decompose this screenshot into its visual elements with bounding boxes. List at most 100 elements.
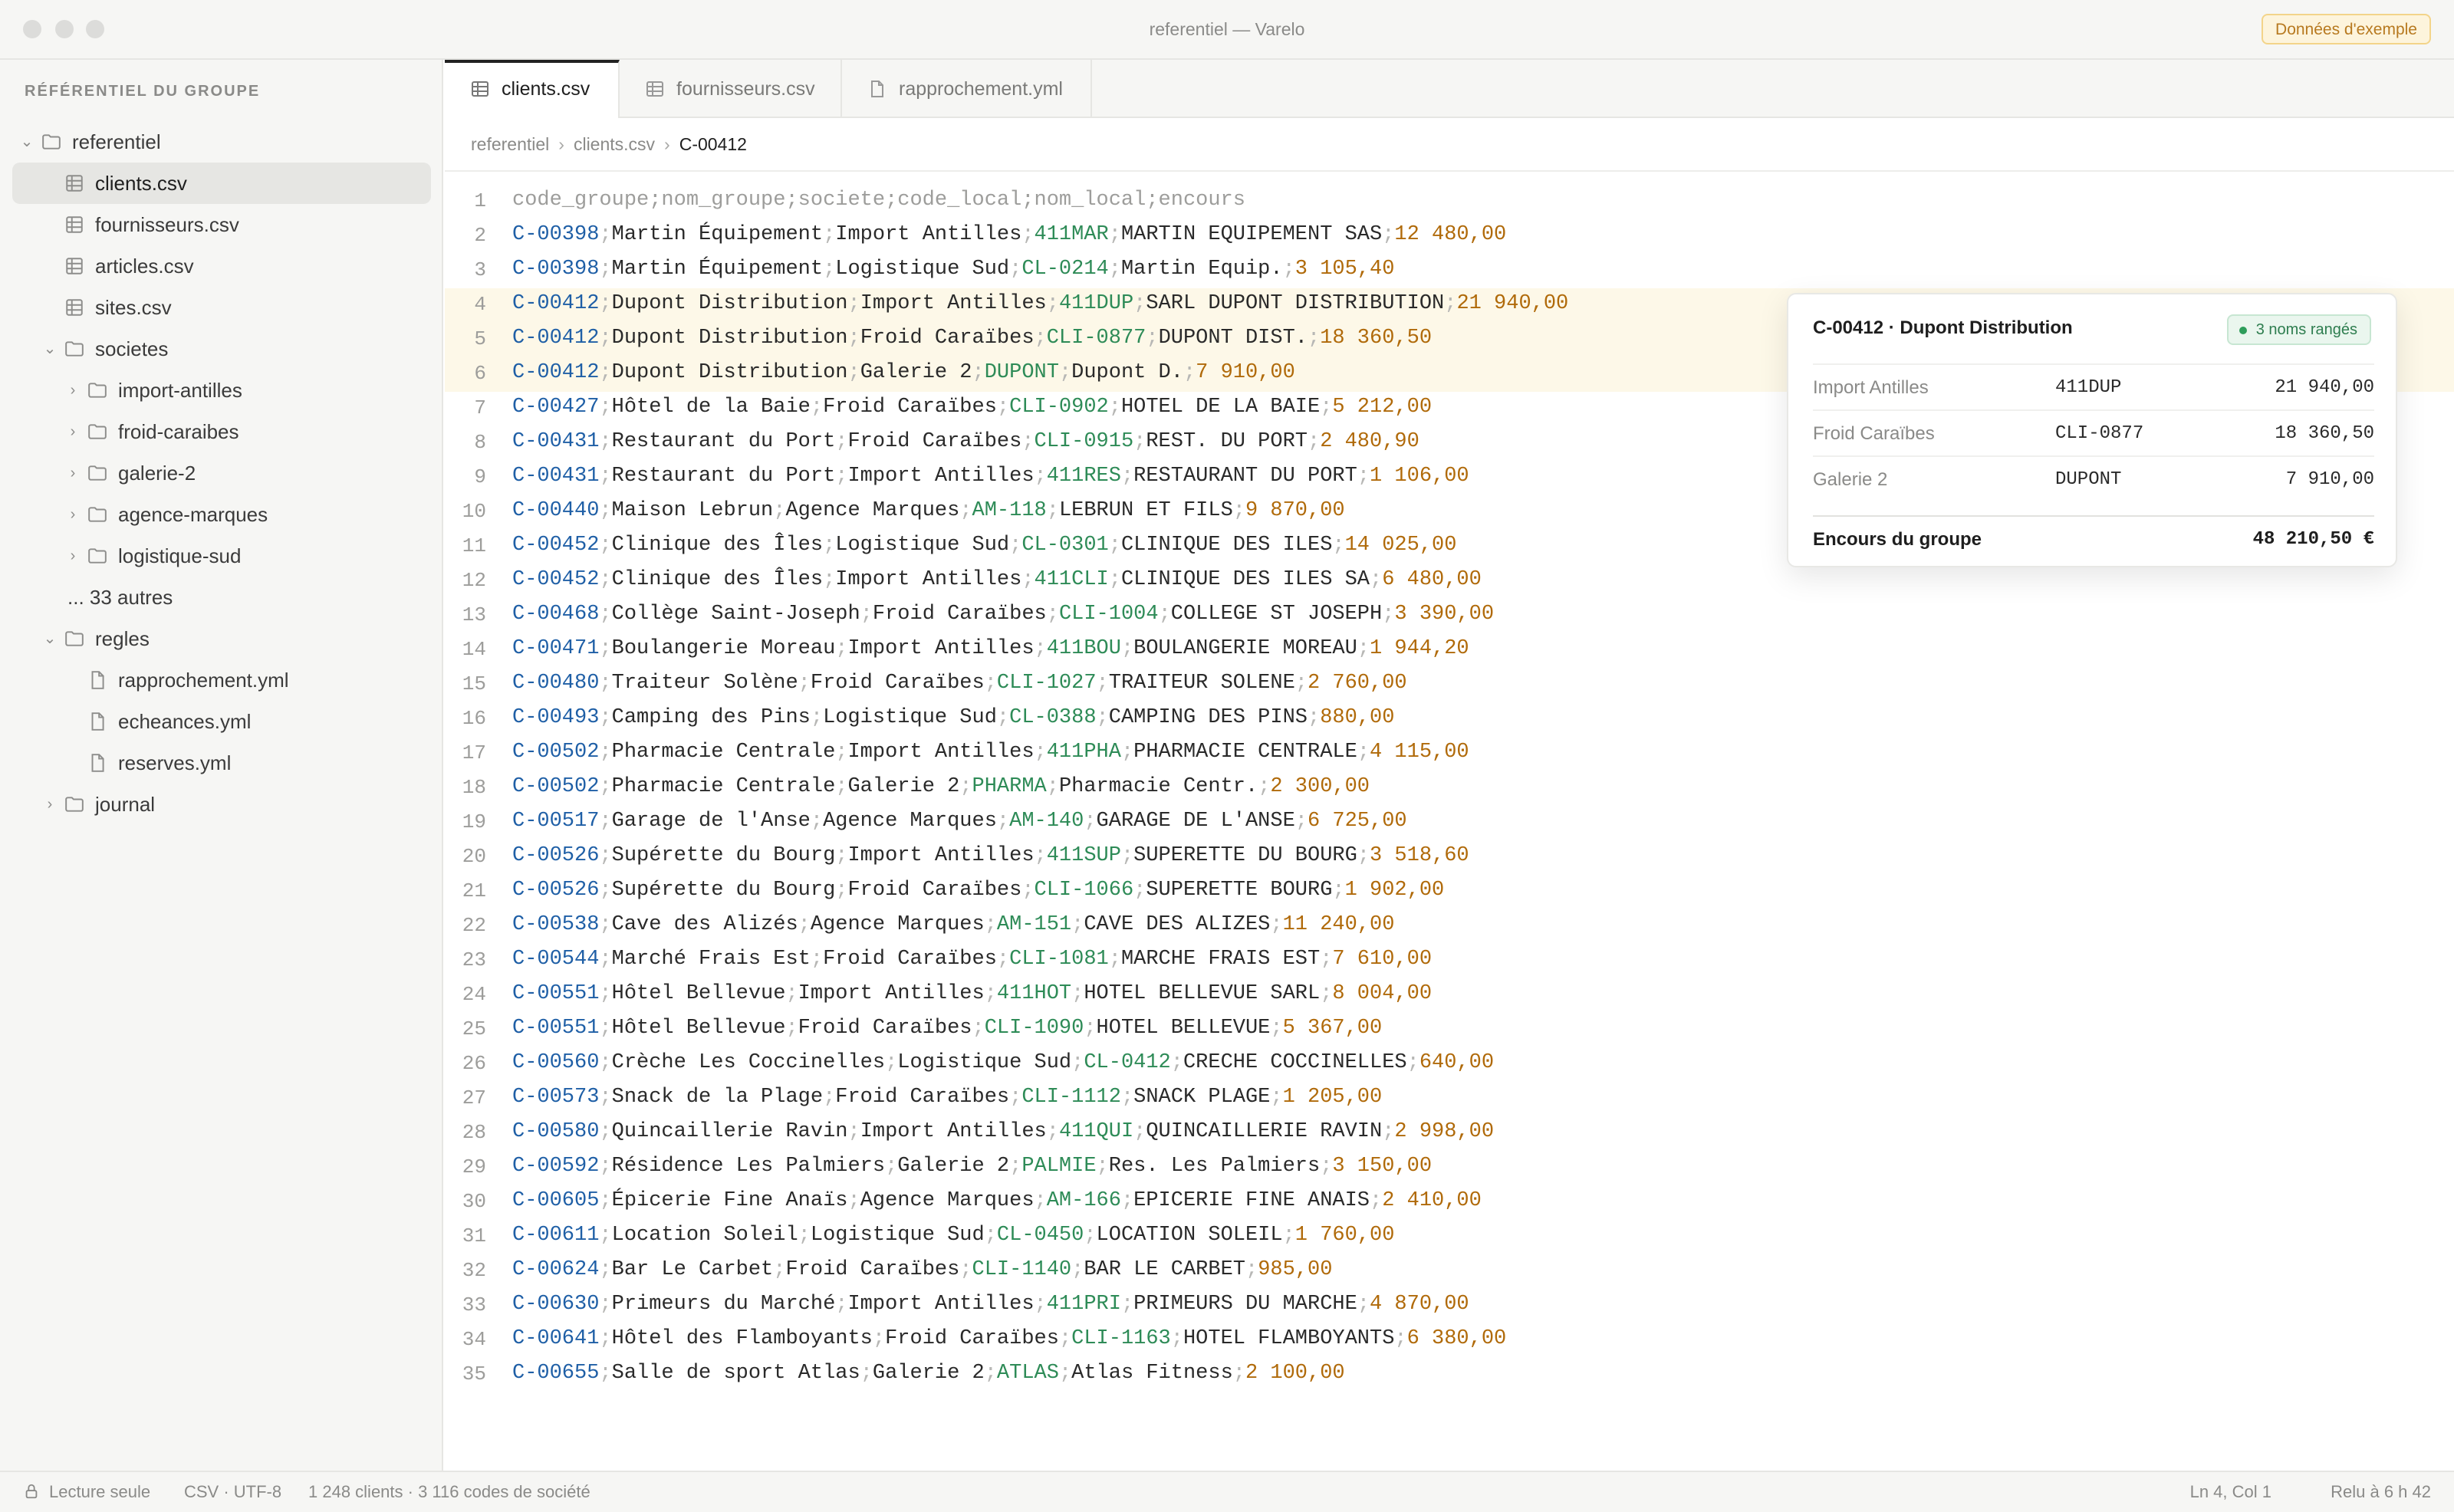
code-line[interactable]: C-00551;Hôtel Bellevue;Froid Caraïbes;CL… bbox=[512, 1017, 1382, 1040]
field-separator: ; bbox=[823, 534, 836, 557]
code-line[interactable]: C-00502;Pharmacie Centrale;Galerie 2;PHA… bbox=[512, 775, 1370, 798]
folder-icon bbox=[64, 794, 84, 814]
code-line[interactable]: C-00611;Location Soleil;Logistique Sud;C… bbox=[512, 1224, 1394, 1247]
code-line[interactable]: C-00560;Crèche Les Coccinelles;Logistiqu… bbox=[512, 1051, 1494, 1074]
code-line[interactable]: C-00398;Martin Équipement;Import Antille… bbox=[512, 223, 1506, 246]
tree-item[interactable]: › froid-caraibes bbox=[12, 411, 431, 452]
tree-item[interactable]: sites.csv bbox=[12, 287, 431, 328]
table-icon bbox=[64, 215, 84, 235]
tree-item[interactable]: ... 33 autres bbox=[12, 577, 431, 618]
readonly-status[interactable]: Lecture seule bbox=[49, 1472, 150, 1512]
chevron-right-icon[interactable]: › bbox=[61, 370, 84, 411]
code-line[interactable]: C-00412;Dupont Distribution;Froid Caraïb… bbox=[512, 327, 1432, 350]
code-line[interactable]: C-00398;Martin Équipement;Logistique Sud… bbox=[512, 258, 1394, 281]
code-line[interactable]: C-00502;Pharmacie Centrale;Import Antill… bbox=[512, 741, 1469, 764]
code-line[interactable]: C-00592;Résidence Les Palmiers;Galerie 2… bbox=[512, 1155, 1432, 1178]
code-line[interactable]: C-00605;Épicerie Fine Anaïs;Agence Marqu… bbox=[512, 1189, 1482, 1212]
code-line[interactable]: C-00551;Hôtel Bellevue;Import Antilles;4… bbox=[512, 982, 1432, 1005]
code-line[interactable]: C-00544;Marché Frais Est;Froid Caraïbes;… bbox=[512, 948, 1432, 971]
folder-icon bbox=[87, 463, 107, 483]
tree-item[interactable]: › logistique-sud bbox=[12, 535, 431, 577]
code-line[interactable]: C-00412;Dupont Distribution;Import Antil… bbox=[512, 292, 1568, 315]
code-line[interactable]: C-00526;Supérette du Bourg;Froid Caraïbe… bbox=[512, 879, 1444, 902]
chevron-right-icon[interactable]: › bbox=[61, 535, 84, 577]
tab-fournisseurs-csv[interactable]: fournisseurs.csv bbox=[620, 60, 842, 118]
field-separator: ; bbox=[798, 672, 811, 695]
tab-clients-csv[interactable]: clients.csv bbox=[445, 60, 620, 120]
total-label: Encours du groupe bbox=[1813, 529, 1982, 550]
code-line[interactable]: code_groupe;nom_groupe;societe;code_loca… bbox=[512, 189, 1245, 212]
code-line[interactable]: C-00526;Supérette du Bourg;Import Antill… bbox=[512, 844, 1469, 867]
tree-item[interactable]: reserves.yml bbox=[12, 742, 431, 784]
code-line[interactable]: C-00517;Garage de l'Anse;Agence Marques;… bbox=[512, 810, 1407, 833]
tree-item[interactable]: articles.csv bbox=[12, 245, 431, 287]
tree-item[interactable]: clients.csv bbox=[12, 163, 431, 204]
code-line[interactable]: C-00480;Traiteur Solène;Froid Caraïbes;C… bbox=[512, 672, 1407, 695]
tree-item[interactable]: › import-antilles bbox=[12, 370, 431, 411]
field-separator: ; bbox=[1357, 1293, 1370, 1316]
field-separator: ; bbox=[1270, 913, 1283, 936]
tree-item-label: froid-caraibes bbox=[118, 420, 239, 443]
code-line[interactable]: C-00452;Clinique des Îles;Import Antille… bbox=[512, 568, 1482, 591]
chevron-right-icon[interactable]: › bbox=[61, 411, 84, 452]
line-number: 6 bbox=[474, 362, 486, 385]
tree-item[interactable]: ⌄ regles bbox=[12, 618, 431, 659]
code-line[interactable]: C-00468;Collège Saint-Joseph;Froid Caraï… bbox=[512, 603, 1494, 626]
table-icon bbox=[646, 80, 664, 98]
field-separator: ; bbox=[996, 810, 1010, 833]
tree-item[interactable]: echeances.yml bbox=[12, 701, 431, 742]
chevron-right-icon[interactable]: › bbox=[61, 452, 84, 494]
tree-item[interactable]: fournisseurs.csv bbox=[12, 204, 431, 245]
chevron-right-icon[interactable]: › bbox=[38, 784, 61, 825]
field-separator: ; bbox=[1108, 948, 1121, 971]
societe: Logistique Sud bbox=[835, 534, 1010, 557]
tree-item[interactable]: › galerie-2 bbox=[12, 452, 431, 494]
code-line[interactable]: C-00412;Dupont Distribution;Galerie 2;DU… bbox=[512, 361, 1295, 384]
group-code: C-00560 bbox=[512, 1051, 600, 1074]
field-separator: ; bbox=[996, 706, 1010, 729]
code-line[interactable]: C-00641;Hôtel des Flamboyants;Froid Cara… bbox=[512, 1327, 1506, 1350]
cursor-position[interactable]: Ln 4, Col 1 bbox=[2190, 1472, 2271, 1512]
code-line[interactable]: C-00655;Salle de sport Atlas;Galerie 2;A… bbox=[512, 1362, 1345, 1385]
field-separator: ; bbox=[984, 1224, 997, 1247]
tree-item[interactable]: › agence-marques bbox=[12, 494, 431, 535]
code-line[interactable]: C-00493;Camping des Pins;Logistique Sud;… bbox=[512, 706, 1394, 729]
tab-label: fournisseurs.csv bbox=[676, 78, 815, 100]
tree-item[interactable]: ⌄ societes bbox=[12, 328, 431, 370]
tab-rapprochement-yml[interactable]: rapprochement.yml bbox=[842, 60, 1092, 118]
code-line[interactable]: C-00452;Clinique des Îles;Logistique Sud… bbox=[512, 534, 1456, 557]
local-code: CL-0388 bbox=[1009, 706, 1097, 729]
field-separator: ; bbox=[599, 1051, 612, 1074]
chevron-down-icon[interactable]: ⌄ bbox=[38, 328, 61, 370]
group-code: C-00480 bbox=[512, 672, 600, 695]
tree-item[interactable]: › journal bbox=[12, 784, 431, 825]
field-separator: ; bbox=[835, 1293, 848, 1316]
local-code: CLI-0915 bbox=[1034, 430, 1134, 453]
code-line[interactable]: C-00440;Maison Lebrun;Agence Marques;AM-… bbox=[512, 499, 1345, 522]
code-line[interactable]: C-00538;Cave des Alizés;Agence Marques;A… bbox=[512, 913, 1394, 936]
popover-total: Encours du groupe 48 210,50 € bbox=[1813, 515, 2374, 561]
file-icon bbox=[87, 670, 107, 690]
code-line[interactable]: C-00431;Restaurant du Port;Import Antill… bbox=[512, 465, 1469, 488]
group-name: Restaurant du Port bbox=[611, 465, 836, 488]
line-number: 1 bbox=[474, 189, 486, 212]
local-code: 411CLI bbox=[1034, 568, 1109, 591]
chevron-down-icon[interactable]: ⌄ bbox=[15, 121, 38, 163]
code-line[interactable]: C-00431;Restaurant du Port;Froid Caraïbe… bbox=[512, 430, 1419, 453]
code-line[interactable]: C-00580;Quincaillerie Ravin;Import Antil… bbox=[512, 1120, 1494, 1143]
tree-item[interactable]: rapprochement.yml bbox=[12, 659, 431, 701]
chevron-right-icon[interactable]: › bbox=[61, 494, 84, 535]
group-code: C-00630 bbox=[512, 1293, 600, 1316]
field-separator: ; bbox=[599, 1362, 612, 1385]
code-line[interactable]: C-00427;Hôtel de la Baie;Froid Caraïbes;… bbox=[512, 396, 1432, 419]
breadcrumb-item[interactable]: clients.csv bbox=[574, 134, 655, 154]
code-line[interactable]: C-00573;Snack de la Plage;Froid Caraïbes… bbox=[512, 1086, 1382, 1109]
encoding-status[interactable]: CSV · UTF-8 bbox=[184, 1472, 281, 1512]
breadcrumb-item[interactable]: referentiel bbox=[471, 134, 549, 154]
tree-item[interactable]: ⌄ referentiel bbox=[12, 121, 431, 163]
code-line[interactable]: C-00471;Boulangerie Moreau;Import Antill… bbox=[512, 637, 1469, 660]
code-line[interactable]: C-00624;Bar Le Carbet;Froid Caraïbes;CLI… bbox=[512, 1258, 1332, 1281]
chevron-down-icon[interactable]: ⌄ bbox=[38, 618, 61, 659]
sidebar-heading: RÉFÉRENTIEL DU GROUPE bbox=[25, 83, 261, 100]
code-line[interactable]: C-00630;Primeurs du Marché;Import Antill… bbox=[512, 1293, 1469, 1316]
